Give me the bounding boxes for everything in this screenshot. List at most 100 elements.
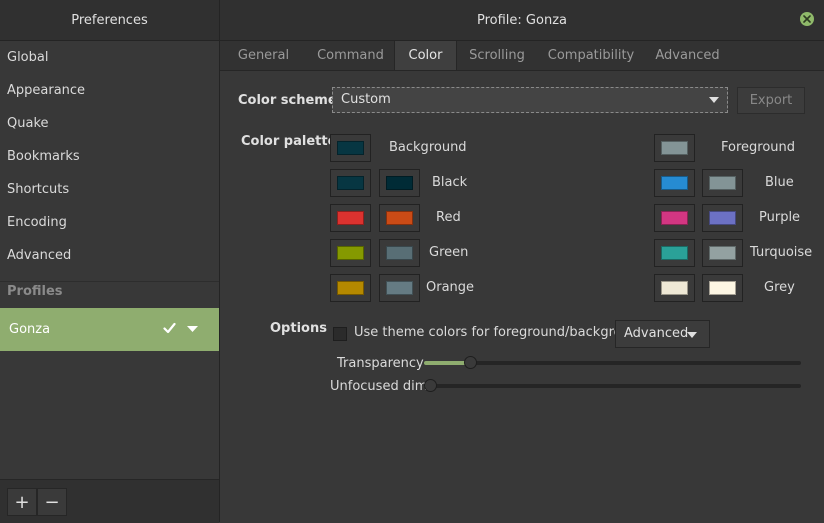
color-swatch [661, 141, 688, 155]
bright-orange-color-button[interactable] [379, 274, 420, 302]
bright-green-color-button[interactable] [379, 239, 420, 267]
chevron-down-icon[interactable] [187, 326, 198, 333]
blue-color-button[interactable] [654, 169, 695, 197]
color-swatch [386, 281, 413, 295]
color-swatch [661, 281, 688, 295]
purple-label: Purple [759, 210, 801, 225]
advanced-options-button[interactable]: Advanced [615, 320, 710, 348]
bright-blue-color-button[interactable] [702, 169, 743, 197]
advanced-options-label: Advanced [624, 326, 689, 341]
tab-scrolling[interactable]: Scrolling [457, 41, 537, 70]
color-swatch [386, 246, 413, 260]
unfocused-dim-slider[interactable] [424, 379, 801, 392]
color-swatch [709, 281, 736, 295]
blue-label: Blue [765, 175, 794, 190]
transparency-label: Transparency [337, 356, 424, 371]
color-scheme-label: Color scheme [238, 93, 337, 108]
tab-compatibility[interactable]: Compatibility [537, 41, 645, 70]
sidebar-item-label: Shortcuts [7, 182, 70, 197]
black-label: Black [432, 175, 468, 190]
profile-item-gonza[interactable]: Gonza [0, 308, 219, 351]
remove-profile-button[interactable]: − [37, 488, 67, 516]
background-color-button[interactable] [330, 134, 371, 162]
sidebar-separator [0, 281, 219, 282]
grey-color-button[interactable] [654, 274, 695, 302]
color-swatch [661, 176, 688, 190]
black-color-button[interactable] [330, 169, 371, 197]
green-label: Green [429, 245, 469, 260]
checkmark-icon [163, 322, 176, 334]
unfocused-dim-slider-knob[interactable] [424, 379, 437, 392]
bright-grey-color-button[interactable] [702, 274, 743, 302]
preferences-titlebar: Preferences [0, 0, 219, 41]
theme-colors-label: Use theme colors for foreground/backgrou… [354, 325, 647, 340]
export-label: Export [749, 93, 793, 108]
tab-label: Compatibility [547, 48, 635, 63]
transparency-slider[interactable] [424, 356, 801, 369]
color-swatch [337, 176, 364, 190]
add-profile-button[interactable]: + [7, 488, 37, 516]
sidebar-toolbar: + − [0, 479, 219, 523]
tab-command[interactable]: Command [307, 41, 394, 70]
color-swatch [386, 176, 413, 190]
bright-red-color-button[interactable] [379, 204, 420, 232]
sidebar: Global Appearance Quake Bookmarks Shortc… [0, 41, 219, 479]
orange-label: Orange [426, 280, 475, 295]
export-button[interactable]: Export [737, 87, 805, 114]
chevron-down-icon [687, 332, 697, 338]
pane-divider [219, 0, 220, 522]
sidebar-item-label: Encoding [7, 215, 67, 230]
sidebar-item-appearance[interactable]: Appearance [0, 74, 219, 107]
red-label: Red [436, 210, 461, 225]
color-palette-label: Color palette [241, 134, 337, 149]
color-swatch [661, 211, 688, 225]
sidebar-item-label: Quake [7, 116, 49, 131]
color-swatch [709, 211, 736, 225]
bright-purple-color-button[interactable] [702, 204, 743, 232]
sidebar-item-bookmarks[interactable]: Bookmarks [0, 140, 219, 173]
sidebar-item-quake[interactable]: Quake [0, 107, 219, 140]
color-scheme-combo[interactable]: Custom [332, 87, 728, 113]
transparency-slider-knob[interactable] [464, 356, 477, 369]
color-swatch [709, 176, 736, 190]
grey-label: Grey [764, 280, 795, 295]
bright-black-color-button[interactable] [379, 169, 420, 197]
tab-general[interactable]: General [220, 41, 307, 70]
color-swatch [337, 246, 364, 260]
color-scheme-value: Custom [341, 92, 391, 107]
sidebar-item-label: Appearance [7, 83, 86, 98]
preferences-title: Preferences [71, 12, 148, 28]
color-swatch [386, 211, 413, 225]
minus-icon: − [44, 491, 60, 513]
sidebar-item-label: Bookmarks [7, 149, 80, 164]
foreground-color-button[interactable] [654, 134, 695, 162]
tab-color[interactable]: Color [394, 41, 457, 70]
sidebar-item-global[interactable]: Global [0, 41, 219, 74]
window-title: Profile: Gonza [477, 12, 567, 28]
turquoise-color-button[interactable] [654, 239, 695, 267]
background-label: Background [389, 140, 467, 155]
bright-turquoise-color-button[interactable] [702, 239, 743, 267]
close-button[interactable] [800, 12, 814, 26]
red-color-button[interactable] [330, 204, 371, 232]
orange-color-button[interactable] [330, 274, 371, 302]
purple-color-button[interactable] [654, 204, 695, 232]
turquoise-label: Turquoise [750, 245, 813, 260]
green-color-button[interactable] [330, 239, 371, 267]
sidebar-item-shortcuts[interactable]: Shortcuts [0, 173, 219, 206]
plus-icon: + [14, 491, 30, 513]
color-swatch [337, 141, 364, 155]
color-swatch [661, 246, 688, 260]
sidebar-item-encoding[interactable]: Encoding [0, 206, 219, 239]
profile-titlebar: Profile: Gonza [220, 0, 824, 41]
theme-colors-checkbox[interactable] [333, 327, 347, 341]
close-icon [803, 15, 811, 23]
sidebar-item-advanced[interactable]: Advanced [0, 239, 219, 272]
sidebar-item-label: Advanced [7, 248, 72, 263]
color-swatch [337, 211, 364, 225]
color-swatch [709, 246, 736, 260]
tab-label: Color [408, 48, 443, 63]
tab-label: Scrolling [469, 48, 525, 63]
unfocused-dim-label: Unfocused dim [330, 379, 428, 394]
tab-advanced[interactable]: Advanced [645, 41, 730, 70]
